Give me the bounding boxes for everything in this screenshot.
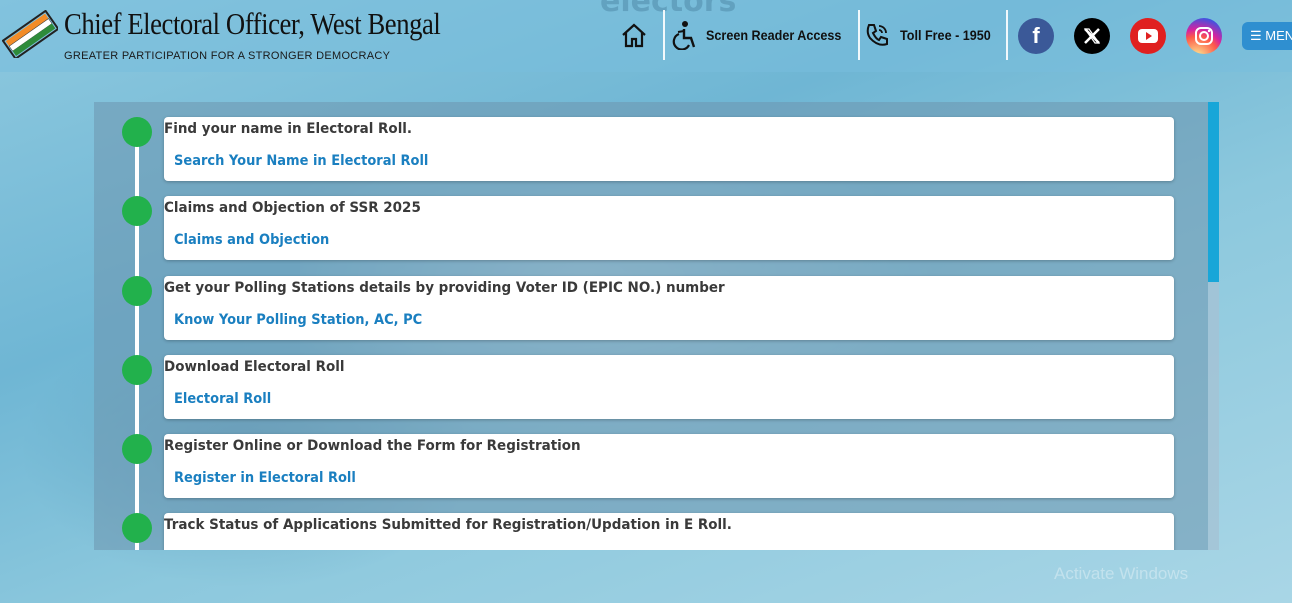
service-card: Track Status of Applications Submitted f… — [164, 513, 1174, 550]
accessibility-icon[interactable] — [670, 20, 696, 50]
site-header: electors Chief Electoral Officer, West B… — [0, 0, 1292, 72]
service-title: Register Online or Download the Form for… — [164, 438, 581, 454]
screen-reader-link[interactable]: Screen Reader Access — [706, 20, 856, 50]
eci-logo-icon[interactable] — [2, 10, 58, 58]
toll-free-number[interactable]: Toll Free - 1950 — [900, 20, 1001, 50]
service-item: Register Online or Download the Form for… — [94, 434, 1194, 498]
instagram-icon[interactable] — [1186, 18, 1222, 54]
screen-reader-label: Screen Reader Access — [706, 27, 842, 43]
site-title[interactable]: Chief Electoral Officer, West Bengal — [64, 6, 441, 42]
menu-button[interactable]: ☰ MENU — [1242, 22, 1292, 50]
service-item: Get your Polling Stations details by pro… — [94, 276, 1194, 340]
timeline-dot — [122, 434, 152, 464]
x-twitter-icon[interactable] — [1074, 18, 1110, 54]
service-link[interactable]: Claims and Objection — [174, 232, 329, 248]
service-title: Claims and Objection of SSR 2025 — [164, 200, 421, 216]
timeline-dot — [122, 196, 152, 226]
header-divider — [858, 10, 860, 60]
service-title: Download Electoral Roll — [164, 359, 345, 375]
service-card: Download Electoral Roll Electoral Roll — [164, 355, 1174, 419]
service-link[interactable]: Search Your Name in Electoral Roll — [174, 153, 428, 169]
service-card: Register Online or Download the Form for… — [164, 434, 1174, 498]
service-title: Find your name in Electoral Roll. — [164, 121, 413, 137]
youtube-icon[interactable] — [1130, 18, 1166, 54]
os-watermark: Activate Windows — [1054, 564, 1189, 583]
timeline-dot — [122, 117, 152, 147]
header-divider — [663, 10, 665, 60]
service-card: Find your name in Electoral Roll. Search… — [164, 117, 1174, 181]
service-link[interactable]: Register in Electoral Roll — [174, 470, 356, 486]
toll-free-label: Toll Free - 1950 — [900, 27, 991, 43]
service-item: Track Status of Applications Submitted f… — [94, 513, 1194, 550]
phone-icon — [866, 24, 888, 46]
services-panel: Find your name in Electoral Roll. Search… — [94, 102, 1219, 550]
timeline-dot — [122, 276, 152, 306]
service-item: Claims and Objection of SSR 2025 Claims … — [94, 196, 1194, 260]
timeline-dot — [122, 355, 152, 385]
service-title: Get your Polling Stations details by pro… — [164, 280, 725, 296]
service-item: Find your name in Electoral Roll. Search… — [94, 117, 1194, 181]
background-heading: electors — [600, 0, 737, 19]
service-card: Claims and Objection of SSR 2025 Claims … — [164, 196, 1174, 260]
home-icon[interactable] — [620, 22, 648, 48]
service-link[interactable]: Know Your Polling Station, AC, PC — [174, 312, 422, 328]
service-link[interactable]: Electoral Roll — [174, 391, 271, 407]
scrollbar-thumb[interactable] — [1208, 102, 1219, 282]
header-divider — [1006, 10, 1008, 60]
facebook-icon[interactable]: f — [1018, 18, 1054, 54]
service-item: Download Electoral Roll Electoral Roll — [94, 355, 1194, 419]
service-card: Get your Polling Stations details by pro… — [164, 276, 1174, 340]
timeline-dot — [122, 513, 152, 543]
site-tagline: GREATER PARTICIPATION FOR A STRONGER DEM… — [64, 50, 391, 62]
service-title: Track Status of Applications Submitted f… — [164, 517, 732, 533]
